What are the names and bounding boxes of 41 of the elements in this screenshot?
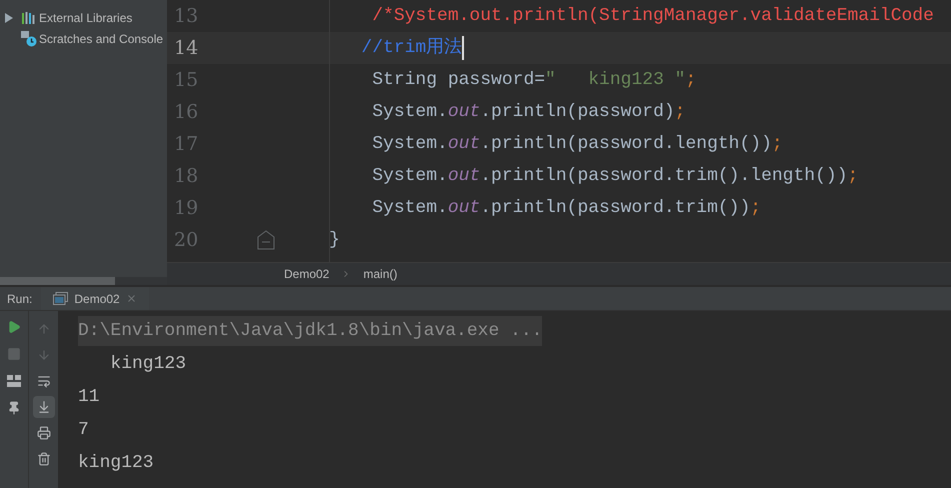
line-number: 15 (174, 68, 198, 93)
console-output: 7 (78, 418, 89, 442)
run-label: Run: (6, 290, 34, 308)
console-output: 11 (78, 386, 100, 408)
line-number: 14 (174, 36, 198, 61)
text-caret (462, 36, 464, 60)
line-number: 13 (174, 4, 198, 29)
code-line: } (328, 228, 340, 252)
scrollbar-thumb[interactable] (0, 277, 115, 285)
run-icon[interactable] (7, 320, 21, 334)
line-number: 20 (174, 228, 198, 253)
console-command: D:\Environment\Java\jdk1.8\bin\java.exe ... (78, 316, 542, 346)
code-line: /*System.out.println(StringManager.validateEmailCode (371, 4, 934, 28)
print-icon[interactable] (36, 426, 50, 440)
expand-arrow-icon[interactable] (5, 12, 13, 22)
code-line: System.out.println(password.trim()); (371, 196, 762, 220)
console-output: king123 (78, 452, 154, 474)
library-icon (22, 12, 36, 24)
close-icon[interactable] (126, 293, 137, 304)
pin-icon[interactable] (7, 401, 21, 415)
line-number: 19 (174, 196, 198, 221)
code-line: //trim用法 (275, 34, 464, 62)
code-line: System.out.println(password.trim().length()); (371, 164, 858, 188)
scroll-to-end-icon[interactable] (36, 400, 50, 414)
code-line: String password=" king123 "; (371, 68, 696, 92)
fold-icon[interactable] (257, 230, 275, 250)
scratch-clock-icon (20, 30, 36, 46)
line-number: 16 (174, 100, 198, 125)
tree-item[interactable]: Scratches and Console (39, 30, 164, 48)
line-number: 18 (174, 164, 198, 189)
breadcrumb[interactable]: main() (363, 265, 398, 283)
line-number: 17 (174, 132, 198, 157)
wrap-icon[interactable] (36, 374, 50, 388)
code-line: System.out.println(password); (371, 100, 686, 124)
console-window-icon (53, 292, 68, 305)
layout-icon[interactable] (7, 375, 21, 387)
console-output: king123 (109, 352, 186, 376)
tree-item[interactable]: External Libraries (39, 8, 132, 26)
breadcrumb[interactable]: Demo02 (284, 265, 330, 283)
code-line: System.out.println(password.length()); (371, 132, 783, 156)
trash-icon[interactable] (36, 452, 50, 466)
